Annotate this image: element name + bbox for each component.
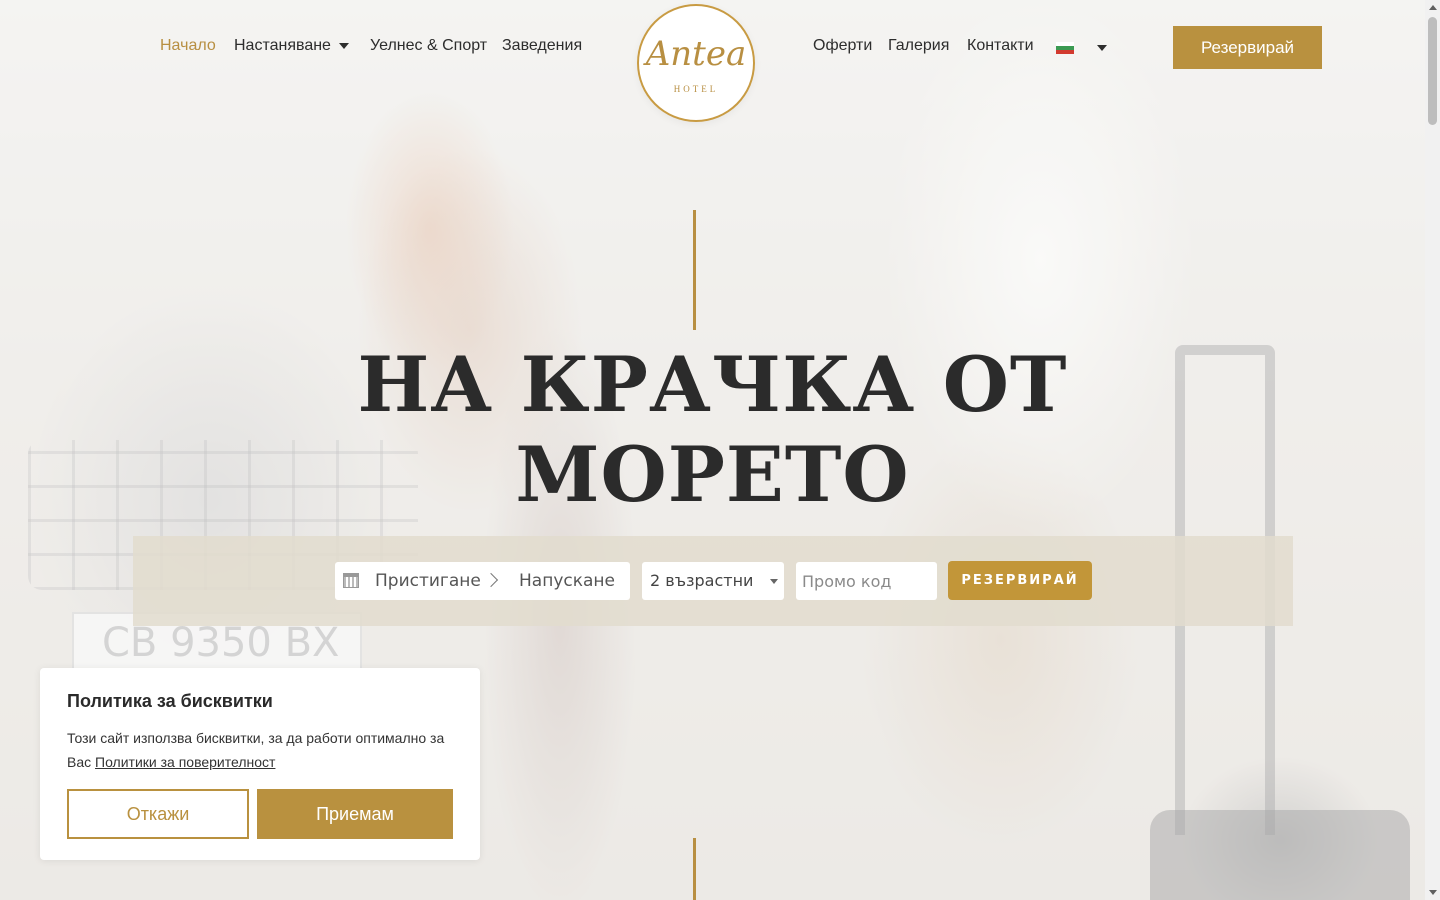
departure-date[interactable]: Напускане xyxy=(519,571,615,591)
booking-submit-button[interactable]: РЕЗЕРВИРАЙ xyxy=(948,561,1092,600)
calendar-icon xyxy=(343,573,359,588)
header-reserve-button[interactable]: Резервирай xyxy=(1173,26,1322,69)
scroll-down-arrow-icon[interactable] xyxy=(1429,890,1437,895)
nav-accommodation-label: Настаняване xyxy=(234,37,331,54)
nav-gallery[interactable]: Галерия xyxy=(888,37,949,55)
privacy-policy-link[interactable]: Политики за поверителност xyxy=(95,754,275,770)
chevron-down-icon xyxy=(338,42,349,49)
logo-script: Antea xyxy=(645,34,747,74)
hero-title: НА КРАЧКА ОТ МОРЕТО xyxy=(0,340,1425,520)
suitcase-decoration xyxy=(1150,810,1410,900)
nav-contacts[interactable]: Контакти xyxy=(967,37,1034,55)
cookie-accept-button[interactable]: Приемам xyxy=(257,789,453,839)
arrival-date[interactable]: Пристигане xyxy=(375,571,481,591)
cookie-title: Политика за бисквитки xyxy=(67,691,273,711)
guests-select[interactable]: 2 възрастни xyxy=(642,562,784,600)
language-chevron-down-icon[interactable] xyxy=(1097,45,1107,51)
chevron-right-icon xyxy=(483,572,499,588)
cookie-text: Този сайт използва бисквитки, за да рабо… xyxy=(67,726,462,774)
hero-title-line1: НА КРАЧКА ОТ xyxy=(357,340,1068,429)
hero-title-line2: МОРЕТО xyxy=(515,430,910,519)
nav-wellness[interactable]: Уелнес & Спорт xyxy=(370,37,487,55)
scroll-up-arrow-icon[interactable] xyxy=(1429,5,1437,10)
decorative-line-bottom xyxy=(693,838,696,900)
page-scrollbar[interactable] xyxy=(1425,0,1440,900)
logo-subtitle: HOTEL xyxy=(673,84,719,94)
nav-accommodation[interactable]: Настаняване xyxy=(234,37,349,55)
bg-flag-icon[interactable] xyxy=(1056,42,1074,54)
cookie-consent-dialog: Политика за бисквитки Този сайт използва… xyxy=(40,668,480,860)
nav-offers[interactable]: Оферти xyxy=(813,37,872,55)
date-range-picker[interactable]: Пристигане Напускане xyxy=(335,562,630,600)
scrollbar-thumb[interactable] xyxy=(1428,17,1437,125)
guests-select-value: 2 възрастни xyxy=(650,571,754,590)
chevron-down-icon xyxy=(770,579,778,584)
promo-code-input[interactable] xyxy=(796,562,937,600)
hotel-logo[interactable]: Antea HOTEL xyxy=(637,4,755,122)
cookie-reject-button[interactable]: Откажи xyxy=(67,789,249,839)
nav-venues[interactable]: Заведения xyxy=(502,37,582,55)
site-header: Начало Настаняване Уелнес & Спорт Заведе… xyxy=(0,0,1425,122)
decorative-line-top xyxy=(693,210,696,330)
nav-home[interactable]: Начало xyxy=(160,37,216,55)
